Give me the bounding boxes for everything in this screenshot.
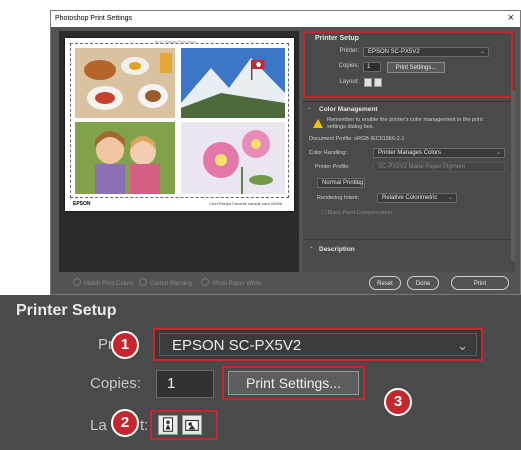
paper-logo: EPSON (73, 201, 91, 207)
step-badge-1: 1 (111, 331, 139, 359)
rendering-intent-value: Relative Colorimetric (382, 195, 438, 201)
zoom-printer-value: EPSON SC-PX5V2 (172, 337, 302, 354)
zoom-printer-select[interactable]: EPSON SC-PX5V2 ⌄ (159, 333, 477, 356)
chevron-down-icon[interactable]: ⌄ (309, 244, 314, 250)
chevron-down-icon[interactable]: ⌄ (307, 105, 312, 111)
zoom-copies-input[interactable]: 1 (156, 370, 214, 398)
zoom-layout-label-start: La (90, 417, 107, 434)
photo-mountain (181, 48, 285, 118)
normal-printing-select[interactable]: Normal Printing ⌄ (317, 178, 365, 188)
match-print-colors-checkbox[interactable]: Match Print Colors (73, 278, 133, 287)
layout-landscape-icon[interactable] (374, 78, 382, 87)
gamut-warning-checkbox[interactable]: Gamut Warning (139, 278, 192, 287)
color-management-title: Color Management (319, 106, 378, 113)
printer-profile-label: Printer Profile: (315, 164, 350, 170)
chevron-down-icon: ⌄ (457, 338, 468, 353)
printer-select[interactable]: EPSON SC-PX5V2 ⌄ (363, 47, 489, 57)
show-paper-white-label: Show Paper White (212, 281, 262, 287)
printer-label: Printer: (339, 48, 359, 54)
zoom-layout-highlight (150, 410, 218, 440)
color-handling-label: Color Handling: (309, 150, 347, 156)
scrollbar[interactable] (511, 91, 515, 261)
color-notice: Remember to enable the printer's color m… (327, 117, 483, 130)
chevron-down-icon: ⌄ (479, 49, 485, 55)
zoomed-printer-setup: Printer Setup Pri EPSON SC-PX5V2 ⌄ Copie… (0, 295, 521, 450)
window-title: Photoshop Print Settings (55, 15, 133, 22)
black-point-label: Black Point Compensation (327, 210, 392, 216)
chevron-down-icon: ⌄ (495, 150, 501, 156)
layout-label: Layout: (339, 79, 359, 85)
warning-icon (313, 119, 323, 128)
zoom-print-settings-button[interactable]: Print Settings... (228, 371, 359, 395)
rendering-intent-label: Rendering Intent: (317, 195, 360, 201)
description-title: Description (319, 246, 355, 253)
settings-panel: Printer Setup Printer: EPSON SC-PX5V2 ⌄ … (303, 31, 515, 272)
print-settings-window: Photoshop Print Settings × 8x10 Glossy P… (50, 10, 521, 295)
rendering-intent-select[interactable]: Relative Colorimetric ⌄ (377, 193, 457, 203)
photo-breakfast (75, 48, 175, 118)
copies-input[interactable]: 1 (363, 62, 381, 72)
paper-preview: 8x10 Glossy Print Area EPSON Chef Recipe… (65, 38, 294, 211)
step-badge-3: 3 (384, 388, 412, 416)
show-paper-white-checkbox[interactable]: Show Paper White (201, 278, 262, 287)
step-badge-2: 2 (111, 409, 139, 437)
match-print-colors-label: Match Print Colors (84, 281, 134, 287)
zoom-printer-select-highlight: EPSON SC-PX5V2 ⌄ (153, 328, 483, 361)
zoom-print-settings-highlight: Print Settings... (222, 366, 365, 400)
gamut-warning-label: Gamut Warning (150, 281, 192, 287)
print-settings-button[interactable]: Print Settings... (387, 62, 445, 73)
chevron-down-icon: ⌄ (355, 180, 361, 186)
layout-landscape-icon[interactable] (182, 415, 202, 435)
layout-portrait-icon[interactable] (158, 415, 178, 435)
document-profile: Document Profile: sRGB IEC61966-2.1 (309, 136, 405, 142)
printer-select-value: EPSON SC-PX5V2 (368, 49, 420, 55)
layout-portrait-icon[interactable] (364, 78, 372, 87)
done-button[interactable]: Done (407, 276, 439, 290)
close-icon[interactable]: × (508, 12, 514, 24)
print-area-frame (70, 43, 289, 198)
color-handling-select[interactable]: Printer Manages Colors ⌄ (373, 148, 505, 158)
zoom-layout-label-end: t: (140, 417, 149, 434)
print-preview-pane: 8x10 Glossy Print Area EPSON Chef Recipe… (59, 31, 299, 272)
printer-profile-select[interactable]: SC-PX5V2 Matte Paper Pigment (373, 162, 505, 172)
copies-label: Copies: (338, 63, 359, 69)
description-section (303, 239, 515, 240)
dialog-footer: Match Print Colors Gamut Warning Show Pa… (51, 273, 520, 295)
printer-setup-title: Printer Setup (315, 35, 359, 42)
photo-children (75, 122, 175, 194)
color-management-section (303, 101, 515, 102)
photo-flowers (181, 122, 285, 194)
zoom-copies-label: Copies: (90, 375, 141, 392)
printer-profile-value: SC-PX5V2 Matte Paper Pigment (378, 164, 466, 170)
chevron-down-icon: ⌄ (447, 195, 453, 201)
reset-button[interactable]: Reset (369, 276, 401, 290)
black-point-checkbox[interactable]: ☐ Black Point Compensation (321, 210, 392, 216)
paper-caption: Chef Recipe Favorite sample card #4956 (209, 201, 282, 206)
color-handling-value: Printer Manages Colors (378, 150, 442, 156)
zoom-title: Printer Setup (16, 302, 117, 319)
print-button[interactable]: Print (451, 276, 509, 290)
title-bar: Photoshop Print Settings × (51, 11, 520, 27)
